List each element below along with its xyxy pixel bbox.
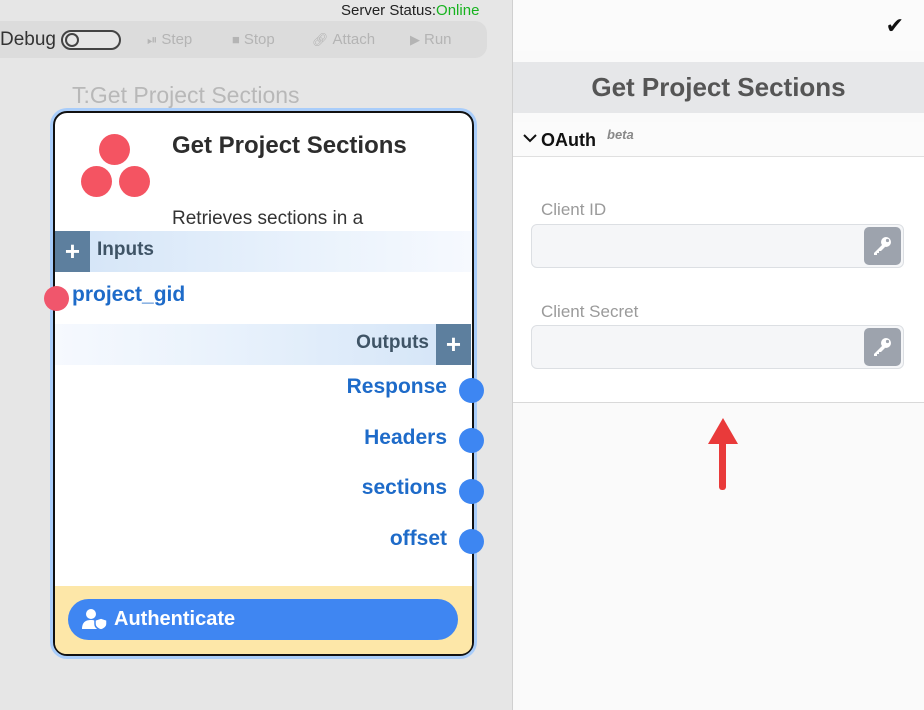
oauth-label: OAuth xyxy=(541,130,596,150)
client-secret-label: Client Secret xyxy=(541,302,639,321)
node-heading: Get Project Sections xyxy=(172,132,407,159)
inputs-header: + Inputs xyxy=(55,231,471,272)
server-status-label: Server Status: xyxy=(341,2,437,19)
asana-logo-dot xyxy=(81,166,112,197)
node-description: Retrieves sections in a xyxy=(172,208,364,229)
authenticate-label: Authenticate xyxy=(114,608,236,630)
checkmark-icon[interactable]: ✔ xyxy=(886,13,904,39)
output-port[interactable] xyxy=(459,479,484,504)
output-sections[interactable]: sections xyxy=(362,476,447,500)
output-offset[interactable]: offset xyxy=(390,527,447,551)
asana-logo-dot xyxy=(99,134,130,165)
client-id-input[interactable] xyxy=(531,224,904,268)
key-button[interactable] xyxy=(864,328,901,366)
run-label: Run xyxy=(424,31,452,48)
output-port[interactable] xyxy=(459,428,484,453)
outputs-header: Outputs + xyxy=(55,324,471,365)
output-headers[interactable]: Headers xyxy=(364,426,447,450)
user-shield-icon xyxy=(82,609,108,630)
node-canvas-title: T:Get Project Sections xyxy=(72,82,300,108)
debug-label: Debug xyxy=(0,29,56,50)
output-port[interactable] xyxy=(459,529,484,554)
output-port[interactable] xyxy=(459,378,484,403)
link-icon: 🔗︎ xyxy=(312,32,329,47)
stop-label: Stop xyxy=(243,31,275,48)
inputs-label: Inputs xyxy=(97,239,154,260)
play-icon: ▶ xyxy=(410,32,420,47)
key-icon xyxy=(874,237,891,255)
attach-label: Attach xyxy=(332,31,376,48)
attach-button[interactable]: 🔗︎ Attach xyxy=(312,31,375,48)
panel-title-bar: Get Project Sections xyxy=(513,62,924,113)
auth-zone: Authenticate xyxy=(55,586,472,654)
stop-icon: ■ xyxy=(232,32,240,47)
add-input-button[interactable]: + xyxy=(55,231,90,272)
chevron-down-icon xyxy=(523,130,537,146)
debug-toggle[interactable] xyxy=(61,30,121,50)
beta-badge: beta xyxy=(607,127,634,142)
key-button[interactable] xyxy=(864,227,901,265)
node-card[interactable]: Get Project Sections Retrieves sections … xyxy=(44,111,484,656)
client-id-label: Client ID xyxy=(541,200,607,219)
stop-button[interactable]: ■ Stop xyxy=(232,31,275,48)
input-project-gid[interactable]: project_gid xyxy=(72,283,185,307)
properties-panel: ✔ Get Project Sections OAuth beta Client… xyxy=(512,0,924,710)
add-output-button[interactable]: + xyxy=(436,324,471,365)
run-button[interactable]: ▶ Run xyxy=(410,31,452,48)
toggle-knob xyxy=(65,33,79,47)
flow-canvas[interactable]: Server Status:Online Debug ⏯ Step ■ Stop 🔗… xyxy=(0,0,512,710)
authenticate-button[interactable]: Authenticate xyxy=(68,599,458,640)
step-icon: ⏯ xyxy=(147,32,158,47)
client-secret-input[interactable] xyxy=(531,325,904,369)
server-status-value: Online xyxy=(436,2,480,19)
panel-top-bar: ✔ xyxy=(513,0,924,51)
output-response[interactable]: Response xyxy=(347,375,447,399)
panel-title: Get Project Sections xyxy=(591,72,846,102)
oauth-section-body: Client ID Client Secret xyxy=(513,157,924,403)
outputs-label: Outputs xyxy=(356,332,429,353)
server-status: Server Status:Online xyxy=(341,2,479,19)
oauth-section-header[interactable]: OAuth beta xyxy=(513,122,924,157)
step-button[interactable]: ⏯ Step xyxy=(147,31,192,48)
red-arrow-annotation xyxy=(708,418,738,490)
input-port[interactable] xyxy=(44,286,69,311)
asana-logo-dot xyxy=(119,166,150,197)
step-label: Step xyxy=(161,31,193,48)
key-icon xyxy=(874,338,891,356)
